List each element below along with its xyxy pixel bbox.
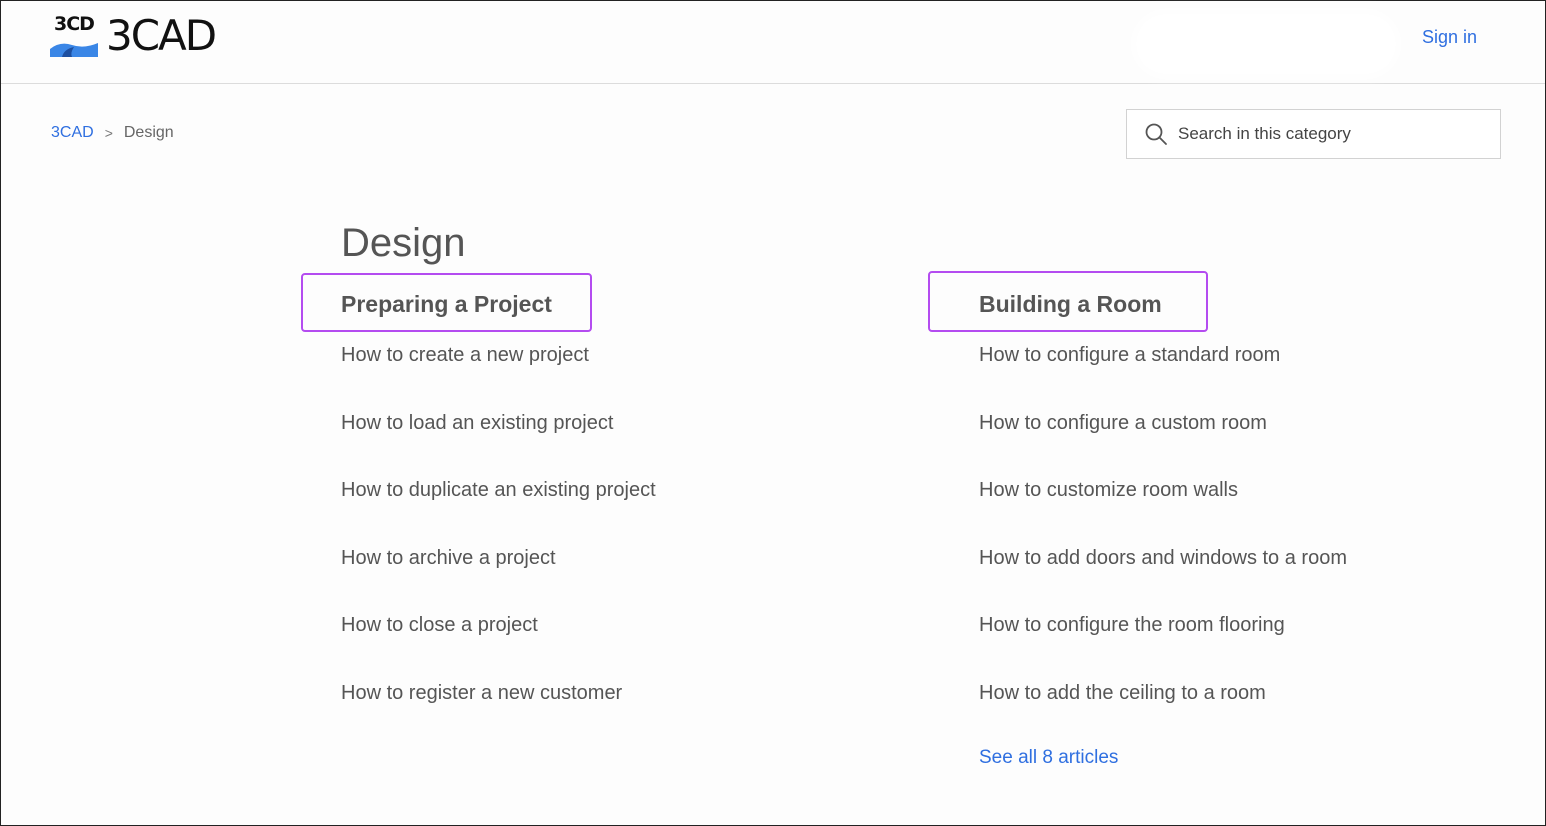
list-item: How to close a project — [341, 613, 656, 681]
list-item: How to configure a standard room — [979, 343, 1347, 411]
article-list: How to create a new project How to load … — [341, 343, 656, 749]
see-all-articles-link[interactable]: See all 8 articles — [979, 747, 1118, 769]
list-item: How to configure the room flooring — [979, 613, 1347, 681]
article-link[interactable]: How to close a project — [341, 614, 538, 636]
article-link[interactable]: How to configure a standard room — [979, 344, 1280, 366]
article-link[interactable]: How to add doors and windows to a room — [979, 547, 1347, 569]
search-icon — [1145, 123, 1167, 145]
article-link[interactable]: How to create a new project — [341, 344, 589, 366]
site-header: 3CD 3CAD Sign in — [1, 1, 1545, 84]
logo-icon: 3CD — [50, 13, 98, 59]
search-input[interactable] — [1178, 124, 1478, 144]
breadcrumb: 3CAD > Design — [51, 124, 174, 142]
article-link[interactable]: How to archive a project — [341, 547, 556, 569]
article-link[interactable]: How to duplicate an existing project — [341, 479, 656, 501]
page-frame: 3CD 3CAD Sign in 3CAD > Design Design Pr… — [0, 0, 1546, 826]
category-search[interactable] — [1126, 109, 1501, 159]
sign-in-link[interactable]: Sign in — [1422, 27, 1477, 48]
section-title-link[interactable]: Building a Room — [979, 291, 1162, 318]
page-title: Design — [341, 221, 466, 265]
list-item: How to add the ceiling to a room — [979, 681, 1347, 749]
redacted-area — [1141, 19, 1391, 69]
article-link[interactable]: How to configure a custom room — [979, 412, 1267, 434]
list-item: How to register a new customer — [341, 681, 656, 749]
section-title-link[interactable]: Preparing a Project — [341, 291, 552, 318]
list-item: How to configure a custom room — [979, 411, 1347, 479]
article-link[interactable]: How to load an existing project — [341, 412, 613, 434]
breadcrumb-separator: > — [104, 125, 113, 141]
article-link[interactable]: How to customize room walls — [979, 479, 1238, 501]
list-item: How to customize room walls — [979, 478, 1347, 546]
breadcrumb-current: Design — [123, 124, 174, 141]
article-list: How to configure a standard room How to … — [979, 343, 1347, 749]
article-link[interactable]: How to register a new customer — [341, 682, 622, 704]
logo-wordmark: 3CAD — [106, 11, 217, 60]
list-item: How to duplicate an existing project — [341, 478, 656, 546]
breadcrumb-root-link[interactable]: 3CAD — [51, 124, 94, 142]
article-link[interactable]: How to add the ceiling to a room — [979, 682, 1266, 704]
site-logo[interactable]: 3CD 3CAD — [50, 11, 217, 60]
list-item: How to create a new project — [341, 343, 656, 411]
article-link[interactable]: How to configure the room flooring — [979, 614, 1285, 636]
list-item: How to add doors and windows to a room — [979, 546, 1347, 614]
logo-wave-shape — [50, 43, 98, 57]
logo-mark-text: 3CD — [54, 13, 95, 35]
list-item: How to load an existing project — [341, 411, 656, 479]
list-item: How to archive a project — [341, 546, 656, 614]
